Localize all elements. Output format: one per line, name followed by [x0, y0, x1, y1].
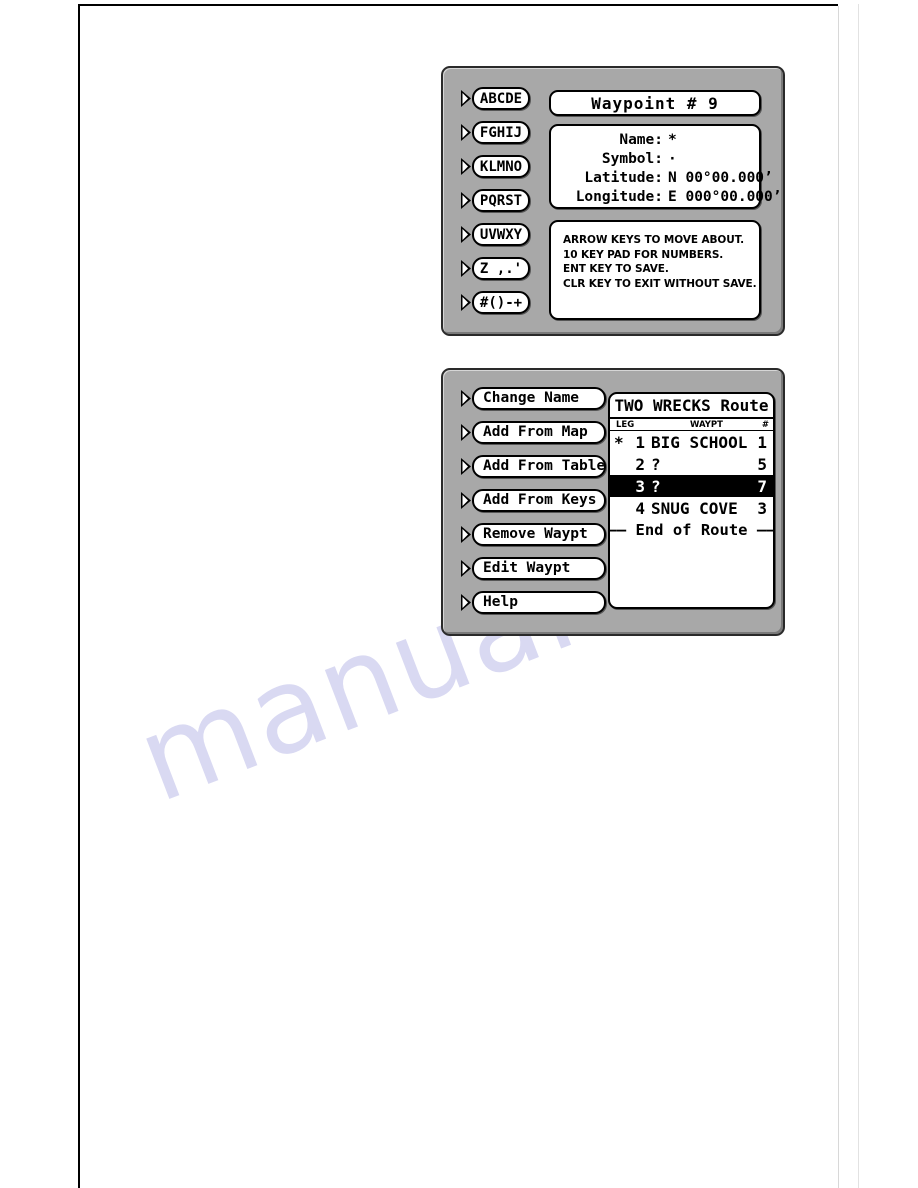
softkey-button-klmno[interactable]: KLMNO [472, 155, 530, 178]
softkey-row-add-from-keys[interactable]: Add From Keys [460, 489, 606, 512]
page-right-margin-rule [838, 6, 839, 1188]
waypoint-help-box: ARROW KEYS TO MOVE ABOUT. 10 KEY PAD FOR… [549, 220, 761, 320]
field-name-value: * [668, 132, 677, 148]
add-from-keys-button[interactable]: Add From Keys [472, 489, 606, 512]
waypoint-title: Waypoint # 9 [549, 90, 761, 116]
arrow-right-icon [460, 293, 472, 312]
route-row[interactable]: 2 ? 5 [610, 453, 773, 475]
softkey-row-edit-waypt[interactable]: Edit Waypt [460, 557, 606, 580]
column-header-num: # [761, 419, 769, 430]
route-row-leg: 2 [635, 454, 645, 474]
softkey-row-change-name[interactable]: Change Name [460, 387, 606, 410]
route-row-leg: 1 [635, 432, 645, 452]
add-from-map-button[interactable]: Add From Map [472, 421, 606, 444]
field-symbol-label: Symbol: [601, 151, 663, 167]
softkey-row-klmno[interactable]: KLMNO [460, 155, 530, 178]
change-name-button[interactable]: Change Name [472, 387, 606, 410]
field-name[interactable]: Name: * [557, 131, 749, 150]
field-symbol[interactable]: Symbol: · [557, 150, 749, 169]
softkey-row-help[interactable]: Help [460, 591, 606, 614]
column-header-waypt: WAYPT [690, 419, 723, 430]
route-row-marker: * [614, 432, 624, 452]
arrow-right-icon [460, 89, 472, 108]
softkey-button-symbols[interactable]: #()-+ [472, 291, 530, 314]
softkey-row-add-from-table[interactable]: Add From Table [460, 455, 606, 478]
field-symbol-value: · [668, 151, 677, 167]
help-line-1: ARROW KEYS TO MOVE ABOUT. [563, 234, 745, 246]
arrow-right-icon [460, 559, 472, 578]
arrow-right-icon [460, 525, 472, 544]
route-row-name: BIG SCHOOL [651, 432, 748, 452]
waypoint-softkey-column: ABCDE FGHIJ KLMNO PQRST UVWXY Z ,.' #()-… [460, 87, 530, 325]
route-row-selected[interactable]: 3 ? 7 [610, 475, 773, 497]
waypoint-edit-panel: ABCDE FGHIJ KLMNO PQRST UVWXY Z ,.' #()-… [441, 66, 785, 336]
help-line-2: 10 KEY PAD FOR NUMBERS. [563, 248, 724, 261]
route-list-box[interactable]: TWO WRECKS Route LEG WAYPT # * 1 BIG SCH… [608, 392, 775, 609]
arrow-right-icon [460, 389, 472, 408]
edit-waypt-button[interactable]: Edit Waypt [472, 557, 606, 580]
field-latitude[interactable]: Latitude: N 00°00.000’ [557, 169, 772, 188]
field-longitude-value: E 000°00.000’ [668, 189, 782, 205]
arrow-right-icon [460, 225, 472, 244]
route-row-name: SNUG COVE [651, 498, 738, 518]
route-row-leg: 3 [635, 476, 645, 496]
route-row-name: ? [651, 454, 661, 474]
field-latitude-label: Latitude: [584, 170, 663, 186]
route-row[interactable]: * 1 BIG SCHOOL 1 [610, 431, 773, 453]
route-title: TWO WRECKS Route [610, 394, 773, 419]
softkey-button-z-punct[interactable]: Z ,.' [472, 257, 530, 280]
softkey-row-symbols[interactable]: #()-+ [460, 291, 530, 314]
arrow-right-icon [460, 259, 472, 278]
softkey-row-remove-waypt[interactable]: Remove Waypt [460, 523, 606, 546]
route-row-name: ? [651, 476, 661, 496]
route-row-number: 1 [757, 432, 767, 452]
softkey-button-abcde[interactable]: ABCDE [472, 87, 530, 110]
arrow-right-icon [460, 593, 472, 612]
softkey-row-fghij[interactable]: FGHIJ [460, 121, 530, 144]
route-softkey-column: Change Name Add From Map Add From Table … [460, 387, 606, 625]
arrow-right-icon [460, 191, 472, 210]
softkey-row-pqrst[interactable]: PQRST [460, 189, 530, 212]
route-row-leg: 4 [635, 498, 645, 518]
end-of-route-label: –– End of Route –– [608, 521, 775, 539]
help-button[interactable]: Help [472, 591, 606, 614]
arrow-right-icon [460, 123, 472, 142]
remove-waypt-button[interactable]: Remove Waypt [472, 523, 606, 546]
arrow-right-icon [460, 157, 472, 176]
arrow-right-icon [460, 457, 472, 476]
field-name-label: Name: [619, 132, 663, 148]
column-header-leg: LEG [616, 419, 635, 430]
route-column-headers: LEG WAYPT # [610, 419, 773, 431]
route-row-number: 5 [757, 454, 767, 474]
field-longitude-label: Longitude: [575, 189, 663, 205]
softkey-row-abcde[interactable]: ABCDE [460, 87, 530, 110]
arrow-right-icon [460, 491, 472, 510]
route-row[interactable]: 4 SNUG COVE 3 [610, 497, 773, 519]
page-outer-rule [858, 4, 859, 1188]
route-edit-panel: Change Name Add From Map Add From Table … [441, 368, 785, 636]
softkey-button-pqrst[interactable]: PQRST [472, 189, 530, 212]
field-latitude-value: N 00°00.000’ [668, 170, 773, 186]
softkey-row-z-punct[interactable]: Z ,.' [460, 257, 530, 280]
route-row-number: 3 [757, 498, 767, 518]
softkey-row-add-from-map[interactable]: Add From Map [460, 421, 606, 444]
softkey-row-uvwxy[interactable]: UVWXY [460, 223, 530, 246]
field-longitude[interactable]: Longitude: E 000°00.000’ [557, 188, 782, 207]
softkey-button-uvwxy[interactable]: UVWXY [472, 223, 530, 246]
waypoint-fields-box: Name: * Symbol: · Latitude: N 00°00.000’… [549, 124, 782, 209]
add-from-table-button[interactable]: Add From Table [472, 455, 606, 478]
softkey-button-fghij[interactable]: FGHIJ [472, 121, 530, 144]
arrow-right-icon [460, 423, 472, 442]
help-line-3: ENT KEY TO SAVE. [563, 263, 669, 275]
route-row-number: 7 [757, 476, 767, 496]
help-line-4: CLR KEY TO EXIT WITHOUT SAVE. [563, 277, 757, 290]
